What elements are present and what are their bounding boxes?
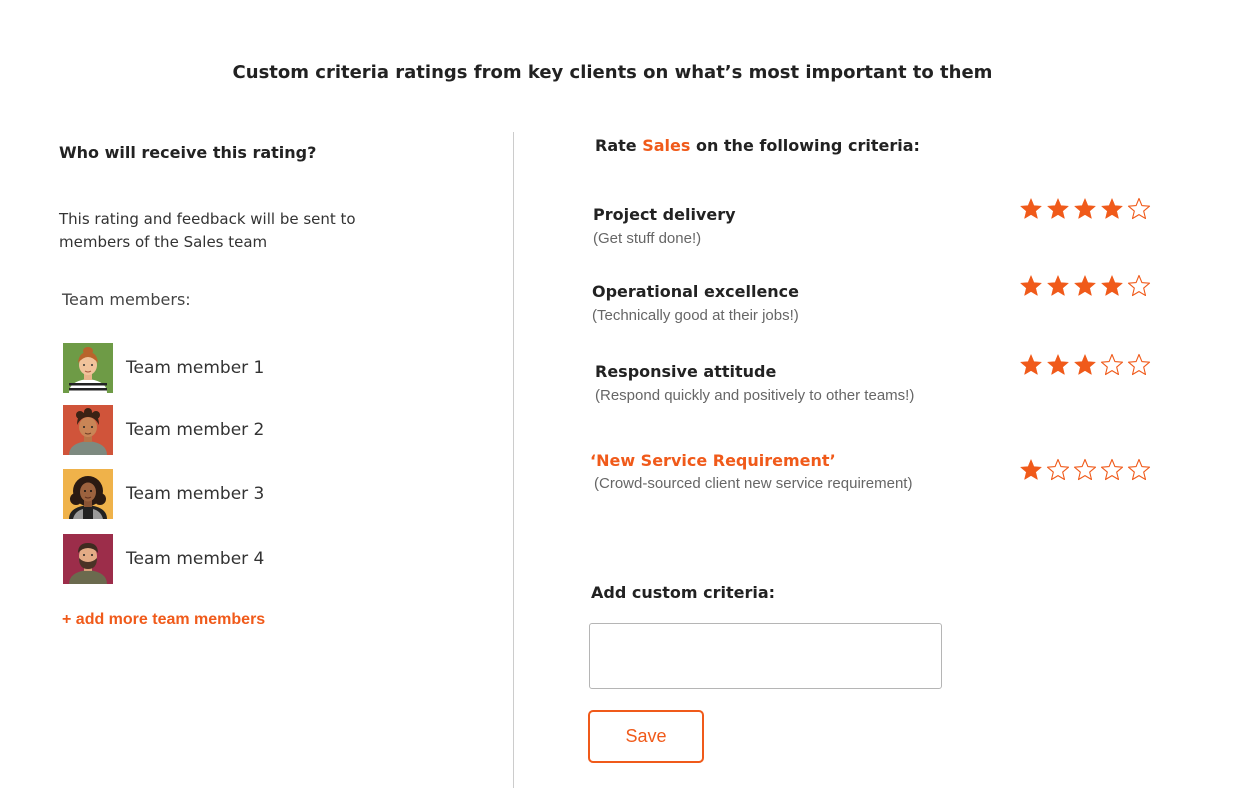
criterion-title: ‘New Service Requirement’: [590, 451, 836, 470]
star-outline-icon[interactable]: [1073, 458, 1097, 482]
criterion-new-service-requirement: ‘New Service Requirement’ (Crowd-sourced…: [590, 451, 912, 492]
column-divider: [513, 132, 514, 788]
team-member-name: Team member 3: [126, 484, 265, 504]
star-filled-icon[interactable]: [1019, 197, 1043, 221]
criterion-operational-excellence: Operational excellence (Technically good…: [592, 282, 799, 324]
star-outline-icon[interactable]: [1100, 458, 1124, 482]
criterion-title: Operational excellence: [592, 282, 800, 301]
criterion-responsive-attitude: Responsive attitude (Respond quickly and…: [595, 362, 914, 404]
star-rating[interactable]: [1019, 274, 1151, 298]
star-filled-icon[interactable]: [1019, 458, 1043, 482]
rate-heading: Rate Sales on the following criteria:: [595, 136, 920, 155]
save-button[interactable]: Save: [588, 710, 704, 763]
rated-team-name: Sales: [642, 136, 691, 155]
recipient-heading: Who will receive this rating?: [59, 143, 317, 162]
star-filled-icon[interactable]: [1100, 274, 1124, 298]
avatar: [63, 469, 113, 519]
criterion-subtitle: (Respond quickly and positively to other…: [595, 387, 915, 404]
avatar: [63, 343, 113, 393]
team-member-row: Team member 2: [63, 405, 264, 455]
star-filled-icon[interactable]: [1019, 274, 1043, 298]
star-outline-icon[interactable]: [1127, 458, 1151, 482]
star-outline-icon[interactable]: [1127, 197, 1151, 221]
avatar: [63, 534, 113, 584]
avatar: [63, 405, 113, 455]
recipient-description: This rating and feedback will be sent to…: [59, 210, 356, 251]
add-custom-criteria-label: Add custom criteria:: [591, 583, 776, 602]
rate-heading-prefix: Rate: [595, 136, 643, 155]
star-filled-icon[interactable]: [1073, 197, 1097, 221]
criterion-title: Responsive attitude: [595, 362, 777, 381]
star-outline-icon[interactable]: [1046, 458, 1070, 482]
star-rating[interactable]: [1019, 353, 1151, 377]
team-member-name: Team member 2: [126, 420, 265, 440]
star-outline-icon[interactable]: [1127, 274, 1151, 298]
team-member-name: Team member 4: [126, 549, 265, 569]
star-filled-icon[interactable]: [1046, 274, 1070, 298]
criterion-project-delivery: Project delivery (Get stuff done!): [593, 205, 736, 247]
rate-heading-suffix: on the following criteria:: [690, 136, 920, 155]
criterion-title: Project delivery: [593, 205, 736, 224]
criterion-subtitle: (Technically good at their jobs!): [592, 307, 799, 324]
page-title: Custom criteria ratings from key clients…: [232, 62, 993, 83]
team-member-name: Team member 1: [126, 358, 265, 378]
star-outline-icon[interactable]: [1127, 353, 1151, 377]
team-members-label: Team members:: [62, 290, 191, 309]
criterion-subtitle: (Crowd-sourced client new service requir…: [594, 475, 913, 492]
criterion-subtitle: (Get stuff done!): [593, 230, 702, 247]
star-filled-icon[interactable]: [1073, 274, 1097, 298]
star-rating[interactable]: [1019, 458, 1151, 482]
star-filled-icon[interactable]: [1046, 353, 1070, 377]
star-filled-icon[interactable]: [1019, 353, 1043, 377]
team-member-row: Team member 1: [63, 343, 264, 393]
team-member-row: Team member 3: [63, 469, 264, 519]
team-member-row: Team member 4: [63, 534, 264, 584]
custom-criteria-input[interactable]: [589, 623, 942, 689]
star-filled-icon[interactable]: [1046, 197, 1070, 221]
star-outline-icon[interactable]: [1100, 353, 1124, 377]
add-team-members-link[interactable]: + add more team members: [62, 611, 265, 629]
star-filled-icon[interactable]: [1073, 353, 1097, 377]
star-filled-icon[interactable]: [1100, 197, 1124, 221]
star-rating[interactable]: [1019, 197, 1151, 221]
